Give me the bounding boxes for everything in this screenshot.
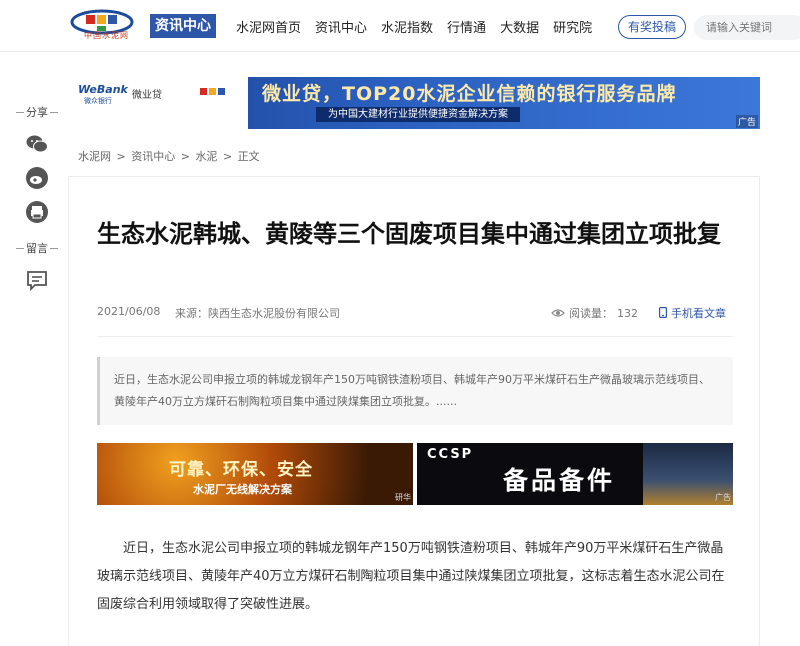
- ad1-brand: 研华: [395, 493, 411, 502]
- mobile-view-link[interactable]: 手机看文章: [659, 305, 726, 321]
- read-count-label: 阅读量：: [569, 307, 613, 320]
- mobile-view-label[interactable]: 手机看文章: [671, 307, 726, 320]
- nav-item-news[interactable]: 资讯中心: [315, 17, 367, 36]
- nav-item-market[interactable]: 行情通: [447, 17, 486, 36]
- nav-item-home[interactable]: 水泥网首页: [236, 17, 301, 36]
- banner-product: 微业贷: [132, 90, 162, 101]
- meta-divider: [97, 336, 733, 337]
- share-rail: 分享 留言: [14, 104, 60, 302]
- banner-ad[interactable]: WeBank 微众银行 微业贷 微业贷，TOP20水泥企业信赖的银行服务品牌 为…: [68, 77, 760, 129]
- breadcrumb-separator: >: [116, 150, 126, 163]
- nav-item-index[interactable]: 水泥指数: [381, 17, 433, 36]
- breadcrumb-separator: >: [222, 150, 233, 163]
- phone-icon: [659, 307, 668, 319]
- ad-spare-parts[interactable]: CCSP 备品备件 广告: [417, 443, 733, 505]
- ad2-tag: 广告: [715, 493, 731, 502]
- ad1-title: 可靠、环保、安全: [169, 460, 313, 480]
- article-body: 近日，生态水泥公司申报立项的韩城龙钢年产150万吨钢铁渣粉项目、韩城年产90万平…: [97, 541, 725, 612]
- read-count-value: 132: [617, 307, 638, 320]
- nav-item-institute[interactable]: 研究院: [553, 17, 592, 36]
- main-nav: 水泥网首页 资讯中心 水泥指数 行情通 大数据 研究院: [236, 17, 592, 36]
- search-input[interactable]: [694, 15, 800, 40]
- article-card: 生态水泥韩城、黄陵等三个固废项目集中通过集团立项批复 2021/06/08 来源…: [68, 176, 760, 646]
- inline-ads: 可靠、环保、安全 水泥厂无线解决方案 研华 CCSP 备品备件 广告: [97, 443, 733, 505]
- section-badge[interactable]: 资讯中心: [150, 14, 216, 38]
- breadcrumb-home[interactable]: 水泥网: [78, 150, 111, 163]
- eye-icon: [551, 309, 565, 317]
- ad1-subtitle: 水泥厂无线解决方案: [193, 483, 292, 496]
- breadcrumb-cement[interactable]: 水泥: [195, 150, 217, 163]
- article-meta: 2021/06/08 来源：陕西生态水泥股份有限公司 阅读量： 132 手机看文章: [97, 305, 737, 323]
- breadcrumb-current: 正文: [237, 150, 260, 163]
- site-header: 中国水泥网 资讯中心 水泥网首页 资讯中心 水泥指数 行情通 大数据 研究院 有…: [0, 0, 800, 52]
- banner-subtitle: 为中国大建材行业提供便捷资金解决方案: [316, 107, 520, 122]
- wechat-icon[interactable]: [25, 132, 49, 156]
- weibo-icon[interactable]: [25, 166, 49, 190]
- banner-title: 微业贷，TOP20水泥企业信赖的银行服务品牌: [262, 83, 677, 105]
- breadcrumb-separator: >: [180, 150, 190, 163]
- comment-icon[interactable]: [25, 268, 49, 292]
- print-icon[interactable]: [25, 200, 49, 224]
- article-summary: 近日，生态水泥公司申报立项的韩城龙钢年产150万吨钢铁渣粉项目、韩城年产90万平…: [97, 357, 733, 425]
- nav-item-bigdata[interactable]: 大数据: [500, 17, 539, 36]
- article-date: 2021/06/08: [97, 305, 161, 318]
- webank-logo: WeBank: [78, 83, 128, 96]
- logo-text: 中国水泥网: [84, 31, 129, 40]
- read-count: 阅读量： 132: [551, 305, 638, 321]
- ad-tag: 广告: [735, 115, 758, 128]
- banner-brand-area: WeBank 微众银行 微业贷: [68, 77, 248, 129]
- article-title: 生态水泥韩城、黄陵等三个固废项目集中通过集团立项批复: [97, 220, 721, 248]
- submit-article-button[interactable]: 有奖投稿: [618, 15, 686, 39]
- ad2-title: 备品备件: [503, 466, 616, 495]
- webank-sub: 微众银行: [84, 97, 112, 105]
- cement-mini-logo: [200, 88, 225, 95]
- share-label: 分享: [14, 104, 60, 120]
- ccsp-logo: CCSP: [427, 447, 474, 462]
- article-source: 来源：陕西生态水泥股份有限公司: [175, 307, 340, 320]
- ad-wireless-solution[interactable]: 可靠、环保、安全 水泥厂无线解决方案 研华: [97, 443, 413, 505]
- breadcrumb: 水泥网 > 资讯中心 > 水泥 > 正文: [78, 148, 262, 164]
- breadcrumb-news[interactable]: 资讯中心: [131, 150, 175, 163]
- comment-label: 留言: [14, 240, 60, 256]
